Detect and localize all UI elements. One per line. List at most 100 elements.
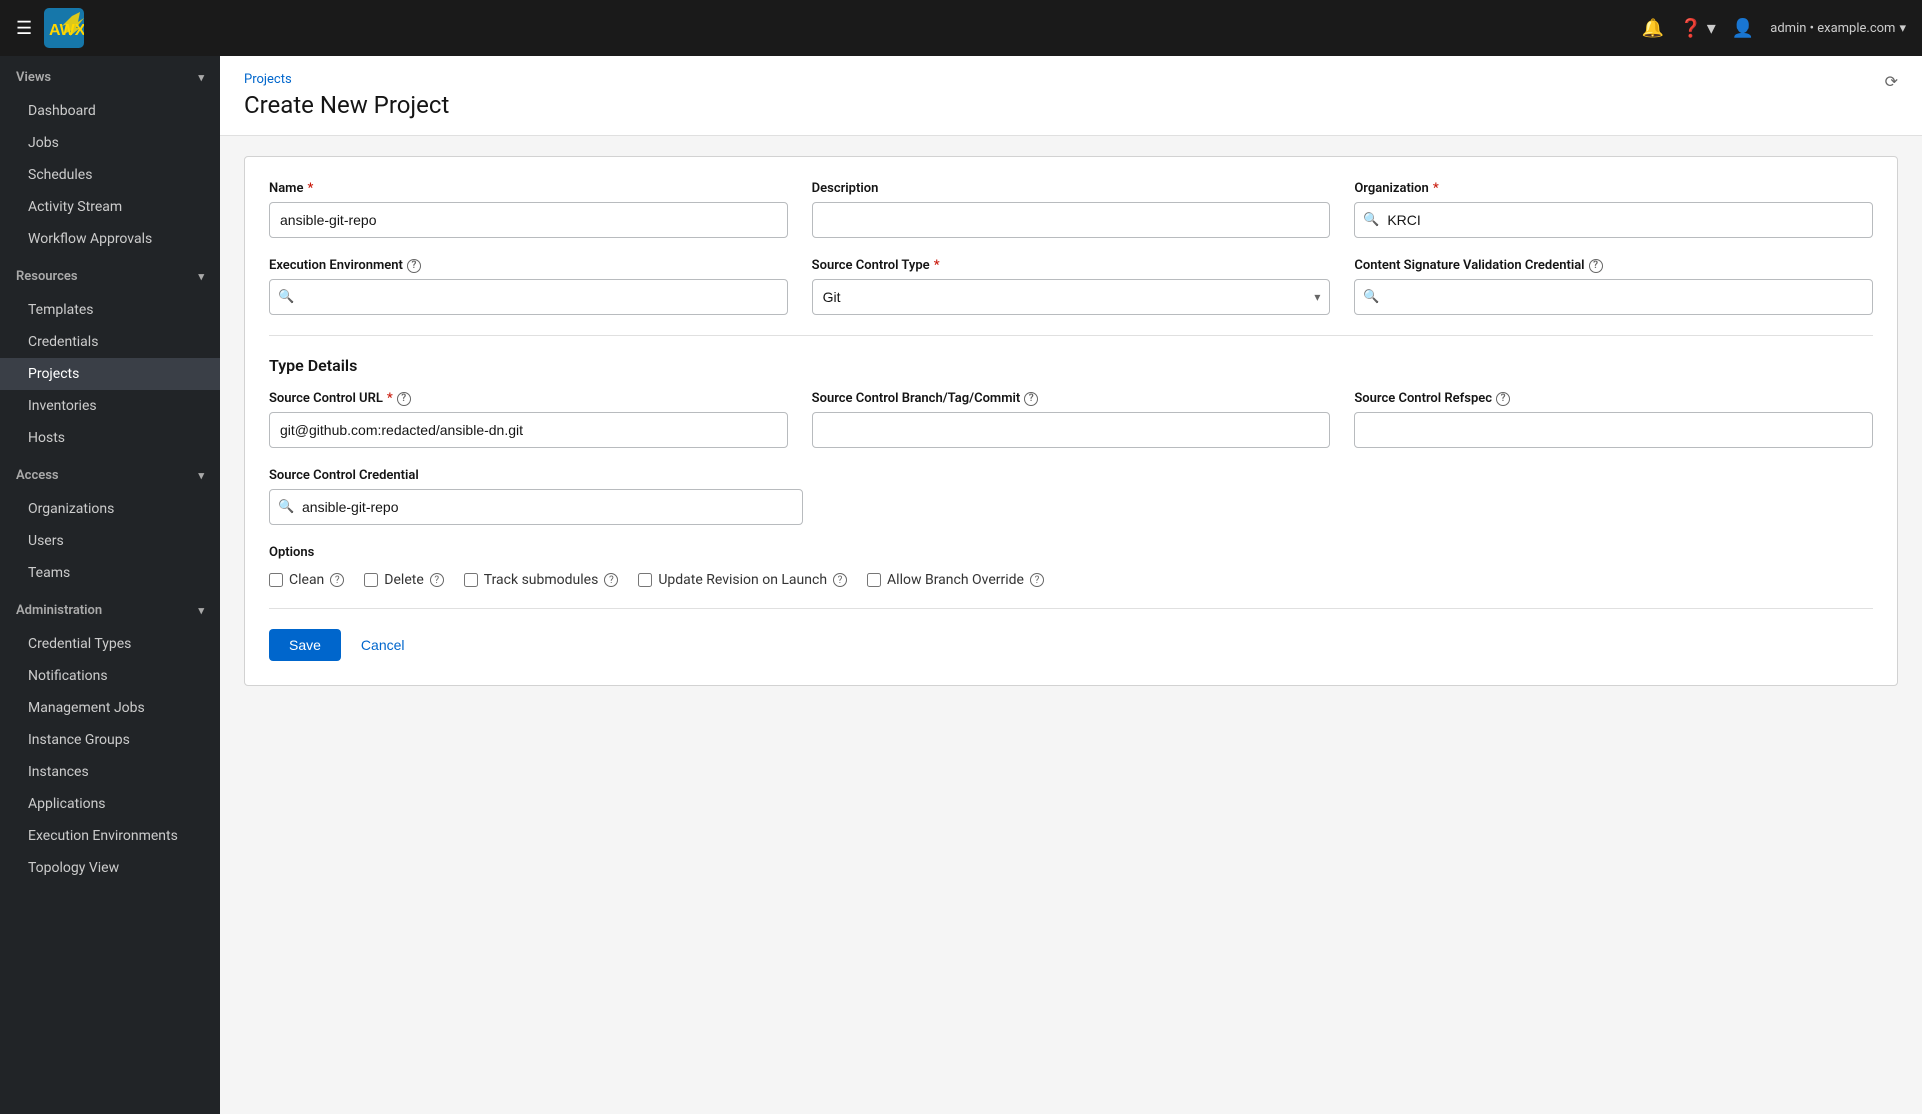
- name-input[interactable]: [269, 202, 788, 238]
- option-track-submodules[interactable]: Track submodules ?: [464, 572, 619, 588]
- source-control-branch-label: Source Control Branch/Tag/Commit ?: [812, 391, 1331, 406]
- source-control-credential-input[interactable]: [269, 489, 803, 525]
- sidebar-section-header-resources[interactable]: Resources ▾: [0, 255, 220, 294]
- sidebar-views-label: Views: [16, 70, 51, 85]
- source-control-refspec-label: Source Control Refspec ?: [1354, 391, 1873, 406]
- user-menu[interactable]: admin • example.com ▾: [1770, 21, 1906, 36]
- topnav-right: 🔔 ❓ ▾ 👤 admin • example.com ▾: [1642, 18, 1907, 39]
- sidebar: Views ▾ Dashboard Jobs Schedules Activit…: [0, 56, 220, 1114]
- hamburger-menu[interactable]: ☰: [16, 18, 32, 39]
- form-actions: Save Cancel: [269, 629, 1873, 661]
- sidebar-item-topology-view[interactable]: Topology View: [0, 852, 220, 884]
- content-sig-input-wrapper: 🔍: [1354, 279, 1873, 315]
- sidebar-item-activity-stream[interactable]: Activity Stream: [0, 191, 220, 223]
- page-title: Create New Project: [244, 91, 1898, 135]
- history-icon[interactable]: ⟳: [1885, 72, 1898, 91]
- access-chevron-icon: ▾: [198, 469, 204, 482]
- notification-icon[interactable]: 🔔: [1642, 18, 1664, 39]
- option-update-revision-help-icon[interactable]: ?: [833, 573, 847, 587]
- option-update-revision-checkbox[interactable]: [638, 573, 652, 587]
- sidebar-item-notifications[interactable]: Notifications: [0, 660, 220, 692]
- sidebar-item-management-jobs[interactable]: Management Jobs: [0, 692, 220, 724]
- top-nav: ☰ AWX 🔔 ❓ ▾ 👤 admin • example.com ▾: [0, 0, 1922, 56]
- breadcrumb[interactable]: Projects: [244, 72, 1898, 87]
- app-logo: AWX: [44, 8, 84, 48]
- option-allow-branch-override-checkbox[interactable]: [867, 573, 881, 587]
- sidebar-resources-label: Resources: [16, 269, 78, 284]
- source-control-type-select-wrapper: -- Manual Git Subversion Insights Remote…: [812, 279, 1331, 315]
- scu-required-star: *: [387, 391, 393, 406]
- description-group: Description: [812, 181, 1331, 238]
- form-row-1: Name * Description Organization * 🔍: [269, 181, 1873, 238]
- options-row: Clean ? Delete ? Track submodules ?: [269, 572, 1873, 588]
- sidebar-item-credential-types[interactable]: Credential Types: [0, 628, 220, 660]
- option-track-submodules-label: Track submodules: [484, 572, 599, 588]
- source-control-credential-input-wrapper: 🔍: [269, 489, 803, 525]
- source-control-url-label: Source Control URL * ?: [269, 391, 788, 406]
- sidebar-section-access: Access ▾ Organizations Users Teams: [0, 454, 220, 589]
- option-clean[interactable]: Clean ?: [269, 572, 344, 588]
- option-clean-checkbox[interactable]: [269, 573, 283, 587]
- sidebar-item-applications[interactable]: Applications: [0, 788, 220, 820]
- sidebar-item-credentials[interactable]: Credentials: [0, 326, 220, 358]
- org-required-star: *: [1433, 181, 1439, 196]
- organization-label: Organization *: [1354, 181, 1873, 196]
- sidebar-item-instance-groups[interactable]: Instance Groups: [0, 724, 220, 756]
- views-chevron-icon: ▾: [198, 71, 204, 84]
- sidebar-item-templates[interactable]: Templates: [0, 294, 220, 326]
- source-control-credential-label: Source Control Credential: [269, 468, 803, 483]
- sidebar-section-views: Views ▾ Dashboard Jobs Schedules Activit…: [0, 56, 220, 255]
- description-input[interactable]: [812, 202, 1331, 238]
- source-control-branch-input[interactable]: [812, 412, 1331, 448]
- option-clean-help-icon[interactable]: ?: [330, 573, 344, 587]
- sidebar-item-schedules[interactable]: Schedules: [0, 159, 220, 191]
- form-row-3: Source Control URL * ? Source Control Br…: [269, 391, 1873, 448]
- execution-env-label: Execution Environment ?: [269, 258, 788, 273]
- content-sig-group: Content Signature Validation Credential …: [1354, 258, 1873, 315]
- execution-env-input[interactable]: [269, 279, 788, 315]
- sidebar-item-projects[interactable]: Projects: [0, 358, 220, 390]
- source-control-type-select[interactable]: -- Manual Git Subversion Insights Remote…: [812, 279, 1331, 315]
- sidebar-section-resources: Resources ▾ Templates Credentials Projec…: [0, 255, 220, 454]
- sidebar-section-header-views[interactable]: Views ▾: [0, 56, 220, 95]
- sidebar-item-execution-environments[interactable]: Execution Environments: [0, 820, 220, 852]
- source-control-branch-help-icon[interactable]: ?: [1024, 392, 1038, 406]
- option-allow-branch-override-label: Allow Branch Override: [887, 572, 1024, 588]
- sidebar-item-organizations[interactable]: Organizations: [0, 493, 220, 525]
- option-delete-help-icon[interactable]: ?: [430, 573, 444, 587]
- source-control-url-input[interactable]: [269, 412, 788, 448]
- sidebar-item-teams[interactable]: Teams: [0, 557, 220, 589]
- source-control-url-help-icon[interactable]: ?: [397, 392, 411, 406]
- source-control-refspec-input[interactable]: [1354, 412, 1873, 448]
- sidebar-item-users[interactable]: Users: [0, 525, 220, 557]
- source-control-url-group: Source Control URL * ?: [269, 391, 788, 448]
- sidebar-item-jobs[interactable]: Jobs: [0, 127, 220, 159]
- option-allow-branch-override[interactable]: Allow Branch Override ?: [867, 572, 1044, 588]
- sidebar-section-header-access[interactable]: Access ▾: [0, 454, 220, 493]
- content-sig-input[interactable]: [1354, 279, 1873, 315]
- sidebar-item-hosts[interactable]: Hosts: [0, 422, 220, 454]
- execution-env-help-icon[interactable]: ?: [407, 259, 421, 273]
- help-icon[interactable]: ❓ ▾: [1680, 18, 1716, 39]
- sidebar-item-instances[interactable]: Instances: [0, 756, 220, 788]
- option-update-revision[interactable]: Update Revision on Launch ?: [638, 572, 847, 588]
- sidebar-item-dashboard[interactable]: Dashboard: [0, 95, 220, 127]
- option-delete[interactable]: Delete ?: [364, 572, 443, 588]
- page-header: Projects Create New Project ⟳: [220, 56, 1922, 136]
- option-track-submodules-help-icon[interactable]: ?: [604, 573, 618, 587]
- sidebar-section-header-administration[interactable]: Administration ▾: [0, 589, 220, 628]
- cancel-button[interactable]: Cancel: [353, 629, 413, 661]
- create-project-form: Name * Description Organization * 🔍: [244, 156, 1898, 686]
- main-content: Projects Create New Project ⟳ Name * Des…: [220, 56, 1922, 1114]
- source-control-refspec-help-icon[interactable]: ?: [1496, 392, 1510, 406]
- content-sig-help-icon[interactable]: ?: [1589, 259, 1603, 273]
- option-allow-branch-override-help-icon[interactable]: ?: [1030, 573, 1044, 587]
- option-delete-checkbox[interactable]: [364, 573, 378, 587]
- save-button[interactable]: Save: [269, 629, 341, 661]
- sidebar-item-workflow-approvals[interactable]: Workflow Approvals: [0, 223, 220, 255]
- organization-input[interactable]: [1354, 202, 1873, 238]
- option-track-submodules-checkbox[interactable]: [464, 573, 478, 587]
- user-icon[interactable]: 👤: [1732, 18, 1754, 39]
- type-details-divider: [269, 335, 1873, 336]
- sidebar-item-inventories[interactable]: Inventories: [0, 390, 220, 422]
